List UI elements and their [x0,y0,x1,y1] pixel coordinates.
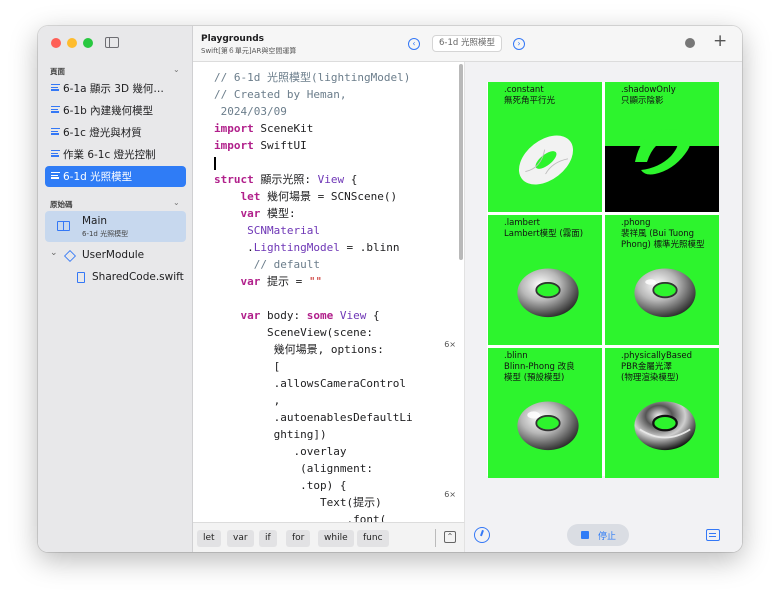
close-window-button[interactable] [51,38,61,48]
stop-square-icon [581,531,589,539]
sidebar-toggle-icon[interactable] [105,37,119,48]
sidebar-item-page-6-1b[interactable]: 6-1b 內建幾何模型 [45,100,186,121]
keyword-while-button[interactable]: while [318,530,354,547]
book-icon [57,221,70,231]
sidebar-item-label: 6-1c 燈光與材質 [63,127,142,139]
keyword-let-button[interactable]: let [197,530,221,547]
forward-chevron-icon[interactable]: › [513,38,525,50]
book-subtitle: Swift[第６單元]AR與空間運算 [201,47,297,55]
main-area: Playgrounds Swift[第６單元]AR與空間運算 ‹ 6-1d 光照… [193,26,742,552]
sidebar-item-page-6-1a[interactable]: 6-1a 顯示 3D 幾何… [45,78,186,99]
page-doc-icon [51,84,60,93]
source-item-sharedcode[interactable]: SharedCode.swift [45,267,186,288]
model-desc: 只顯示陰影 [621,96,664,106]
keyword-if-button[interactable]: if [259,530,277,547]
model-desc: Lambert模型 (霧面) [504,229,584,239]
lighting-model-grid: .constant 無死角平行光 .shadowOnly 只顯示陰影 .lamb… [487,82,719,478]
sidebar-item-label: 6-1d 光照模型 [63,171,133,183]
keyword-func-button[interactable]: func [357,530,389,547]
sharedcode-label: SharedCode.swift [92,271,184,283]
cell-shadow-only[interactable]: .shadowOnly 只顯示陰影 [605,82,719,212]
torus-lambert [517,268,579,318]
page-doc-icon [51,150,60,159]
model-name: .lambert [504,218,541,228]
sidebar-item-label: 作業 6-1c 燈光控制 [63,149,156,161]
run-count-badge: 6× [444,340,456,349]
model-desc-2: (物理渲染模型) [621,373,679,383]
model-desc-2: 模型 (預設模型) [504,373,565,383]
run-count-badge: 6× [444,490,456,499]
chevron-down-icon[interactable]: ⌄ [50,248,58,258]
module-label: UserModule [82,249,145,261]
chevron-down-icon[interactable]: ⌄ [173,65,180,74]
chevron-down-icon[interactable]: ⌄ [173,198,180,207]
model-name: .phong [621,218,651,228]
titlebar: Playgrounds Swift[第６單元]AR與空間運算 ‹ 6-1d 光照… [193,26,742,62]
record-icon[interactable] [685,38,695,48]
cell-lambert[interactable]: .lambert Lambert模型 (霧面) [488,215,602,345]
code-editor[interactable]: // 6-1d 光照模型(lightingModel) // Created b… [193,62,465,522]
torus-blinn [517,401,579,451]
sidebar-item-page-6-1d[interactable]: 6-1d 光照模型 [45,166,186,187]
live-preview: .constant 無死角平行光 .shadowOnly 只顯示陰影 .lamb… [465,62,742,552]
app-title: Playgrounds [201,34,265,44]
model-desc-1: Blinn-Phong 改良 [504,362,575,372]
main-sublabel: 6-1d 光照模型 [82,230,129,238]
sidebar-item-label: 6-1b 內建幾何模型 [63,105,154,117]
current-page-pill[interactable]: 6-1d 光照模型 [432,35,502,52]
gauge-icon[interactable] [474,527,490,543]
torus-shadow-only [635,129,691,175]
cell-phong[interactable]: .phong 裴祥風 (Bui Tuong Phong) 標準光照模型 [605,215,719,345]
torus-physically-based [634,401,696,451]
model-name: .constant [504,85,544,95]
preview-toolbar: 停止 [465,520,742,552]
main-label: Main [82,215,108,227]
model-name: .physicallyBased [621,351,693,361]
model-desc: 無死角平行光 [504,96,556,106]
swift-file-icon [77,272,85,283]
source-item-main[interactable]: Main 6-1d 光照模型 [45,211,186,242]
playgrounds-window: 頁面 ⌄ 6-1a 顯示 3D 幾何… 6-1b 內建幾何模型 6-1c 燈光與… [38,26,742,552]
source-section-header: 原始碼 [50,200,73,209]
cell-constant[interactable]: .constant 無死角平行光 [488,82,602,212]
keyword-var-button[interactable]: var [227,530,254,547]
model-name: .shadowOnly [621,85,676,95]
sidebar: 頁面 ⌄ 6-1a 顯示 3D 幾何… 6-1b 內建幾何模型 6-1c 燈光與… [38,26,193,552]
model-name: .blinn [504,351,528,361]
module-cube-icon [63,249,77,263]
cell-blinn[interactable]: .blinn Blinn-Phong 改良 模型 (預設模型) [488,348,602,478]
window-controls [51,38,93,48]
code-text[interactable]: // 6-1d 光照模型(lightingModel) // Created b… [214,69,413,522]
keyword-for-button[interactable]: for [286,530,311,547]
cell-physically-based[interactable]: .physicallyBased PBR金屬光澤 (物理渲染模型) [605,348,719,478]
sidebar-item-page-6-1c[interactable]: 6-1c 燈光與材質 [45,122,186,143]
torus-phong [634,268,696,318]
model-desc-2: Phong) 標準光照模型 [621,240,705,250]
chevron-up-icon[interactable]: ⌃ [444,531,456,543]
keyword-shortcut-bar: let var if for while func ⌃ [193,522,465,552]
keybar-divider [435,529,436,547]
minimize-window-button[interactable] [67,38,77,48]
back-chevron-icon[interactable]: ‹ [408,38,420,50]
add-plus-icon[interactable]: + [713,31,727,51]
model-desc-1: PBR金屬光澤 [621,362,672,372]
editor-scrollbar[interactable] [459,64,463,260]
pages-section-header: 頁面 [50,67,65,76]
source-item-usermodule[interactable]: ⌄ UserModule [45,245,186,266]
sidebar-item-label: 6-1a 顯示 3D 幾何… [63,83,164,95]
page-doc-icon [51,128,60,137]
torus-constant [518,135,574,185]
page-doc-icon [51,172,60,181]
zoom-window-button[interactable] [83,38,93,48]
stop-label: 停止 [598,532,617,542]
console-icon[interactable] [706,529,720,541]
stop-button[interactable]: 停止 [567,524,629,546]
sidebar-item-homework-6-1c[interactable]: 作業 6-1c 燈光控制 [45,144,186,165]
model-desc-1: 裴祥風 (Bui Tuong [621,229,695,239]
page-doc-icon [51,106,60,115]
